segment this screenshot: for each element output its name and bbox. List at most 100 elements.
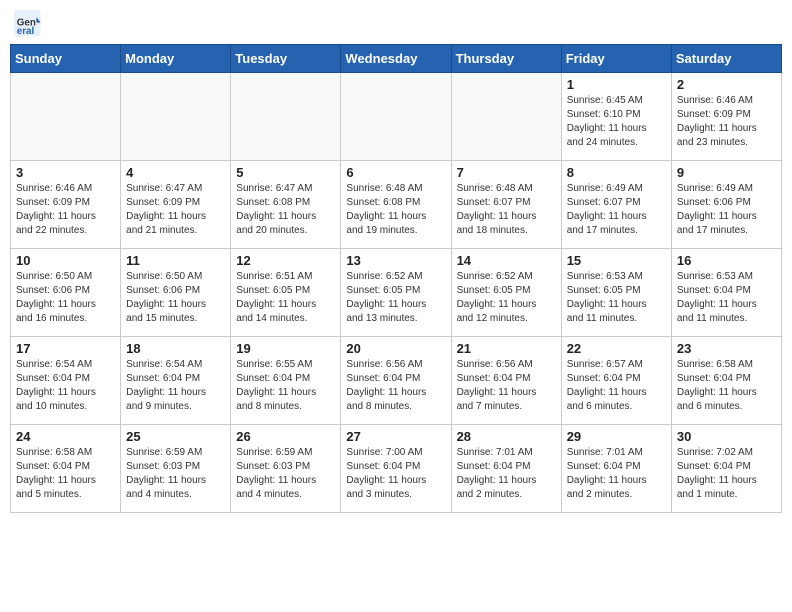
day-info: Sunrise: 6:47 AM Sunset: 6:08 PM Dayligh… xyxy=(236,182,335,238)
day-number: 23 xyxy=(677,341,776,356)
day-number: 4 xyxy=(126,165,225,180)
day-number: 20 xyxy=(346,341,445,356)
calendar-day-cell-11: 11Sunrise: 6:50 AM Sunset: 6:06 PM Dayli… xyxy=(121,249,231,337)
day-number: 10 xyxy=(16,253,115,268)
calendar-empty-cell xyxy=(451,73,561,161)
calendar-day-cell-30: 30 Sunrise: 7:02 AM Sunset: 6:04 PM Dayli… xyxy=(671,425,781,513)
day-number: 24 xyxy=(16,429,115,444)
day-info: Sunrise: 6:52 AM Sunset: 6:05 PM Dayligh… xyxy=(457,270,556,326)
calendar-week-row-2: 10 Sunrise: 6:50 AM Sunset: 6:06 PM Dayli… xyxy=(11,249,782,337)
calendar-day-cell-28: 28Sunrise: 7:01 AM Sunset: 6:04 PM Dayli… xyxy=(451,425,561,513)
calendar-day-cell-22: 22 Sunrise: 6:57 AM Sunset: 6:04 PM Dayli… xyxy=(561,337,671,425)
day-info: Sunrise: 6:47 AM Sunset: 6:09 PM Dayligh… xyxy=(126,182,225,238)
calendar-day-cell-4: 4 Sunrise: 6:47 AM Sunset: 6:09 PM Daylig… xyxy=(121,161,231,249)
day-info: Sunrise: 6:54 AM Sunset: 6:04 PM Dayligh… xyxy=(126,358,225,414)
page-header: Gen eral xyxy=(10,10,782,38)
day-info: Sunrise: 7:01 AM Sunset: 6:04 PM Dayligh… xyxy=(567,446,666,502)
calendar-week-row-4: 24 Sunrise: 6:58 AM Sunset: 6:04 PM Dayli… xyxy=(11,425,782,513)
calendar-day-cell-21: 21 Sunrise: 6:56 AM Sunset: 6:04 PM Dayli… xyxy=(451,337,561,425)
calendar-empty-cell xyxy=(341,73,451,161)
day-info: Sunrise: 7:02 AM Sunset: 6:04 PM Dayligh… xyxy=(677,446,776,502)
day-info: Sunrise: 6:51 AM Sunset: 6:05 PM Dayligh… xyxy=(236,270,335,326)
day-number: 17 xyxy=(16,341,115,356)
calendar-day-cell-29: 29 Sunrise: 7:01 AM Sunset: 6:04 PM Dayli… xyxy=(561,425,671,513)
calendar-day-cell-19: 19 Sunrise: 6:55 AM Sunset: 6:04 PM Dayli… xyxy=(231,337,341,425)
calendar-day-cell-8: 8 Sunrise: 6:49 AM Sunset: 6:07 PM Daylig… xyxy=(561,161,671,249)
calendar-day-cell-7: 7Sunrise: 6:48 AM Sunset: 6:07 PM Daylig… xyxy=(451,161,561,249)
day-number: 26 xyxy=(236,429,335,444)
calendar-day-cell-13: 13 Sunrise: 6:52 AM Sunset: 6:05 PM Dayli… xyxy=(341,249,451,337)
day-info: Sunrise: 6:46 AM Sunset: 6:09 PM Dayligh… xyxy=(16,182,115,238)
calendar-day-cell-3: 3 Sunrise: 6:46 AM Sunset: 6:09 PM Daylig… xyxy=(11,161,121,249)
weekday-header-thursday: Thursday xyxy=(451,45,561,73)
day-number: 15 xyxy=(567,253,666,268)
day-number: 29 xyxy=(567,429,666,444)
day-info: Sunrise: 6:50 AM Sunset: 6:06 PM Dayligh… xyxy=(16,270,115,326)
calendar-day-cell-16: 16 Sunrise: 6:53 AM Sunset: 6:04 PM Dayli… xyxy=(671,249,781,337)
day-info: Sunrise: 7:00 AM Sunset: 6:04 PM Dayligh… xyxy=(346,446,445,502)
day-info: Sunrise: 6:59 AM Sunset: 6:03 PM Dayligh… xyxy=(126,446,225,502)
day-info: Sunrise: 6:56 AM Sunset: 6:04 PM Dayligh… xyxy=(457,358,556,414)
day-info: Sunrise: 6:57 AM Sunset: 6:04 PM Dayligh… xyxy=(567,358,666,414)
day-info: Sunrise: 6:59 AM Sunset: 6:03 PM Dayligh… xyxy=(236,446,335,502)
calendar-header-row: SundayMondayTuesdayWednesdayThursdayFrid… xyxy=(11,45,782,73)
day-number: 2 xyxy=(677,77,776,92)
calendar-day-cell-23: 23 Sunrise: 6:58 AM Sunset: 6:04 PM Dayli… xyxy=(671,337,781,425)
day-number: 28 xyxy=(457,429,556,444)
calendar-day-cell-18: 18 Sunrise: 6:54 AM Sunset: 6:04 PM Dayli… xyxy=(121,337,231,425)
day-number: 8 xyxy=(567,165,666,180)
day-number: 30 xyxy=(677,429,776,444)
day-number: 27 xyxy=(346,429,445,444)
calendar-day-cell-26: 26 Sunrise: 6:59 AM Sunset: 6:03 PM Dayli… xyxy=(231,425,341,513)
day-info: Sunrise: 6:54 AM Sunset: 6:04 PM Dayligh… xyxy=(16,358,115,414)
day-number: 1 xyxy=(567,77,666,92)
calendar-empty-cell xyxy=(11,73,121,161)
day-number: 7 xyxy=(457,165,556,180)
day-info: Sunrise: 6:49 AM Sunset: 6:06 PM Dayligh… xyxy=(677,182,776,238)
calendar-week-row-3: 17 Sunrise: 6:54 AM Sunset: 6:04 PM Dayli… xyxy=(11,337,782,425)
weekday-header-tuesday: Tuesday xyxy=(231,45,341,73)
day-info: Sunrise: 6:49 AM Sunset: 6:07 PM Dayligh… xyxy=(567,182,666,238)
day-number: 11 xyxy=(126,253,225,268)
calendar-day-cell-10: 10 Sunrise: 6:50 AM Sunset: 6:06 PM Dayli… xyxy=(11,249,121,337)
day-number: 25 xyxy=(126,429,225,444)
day-info: Sunrise: 6:45 AM Sunset: 6:10 PM Dayligh… xyxy=(567,94,666,150)
day-info: Sunrise: 6:58 AM Sunset: 6:04 PM Dayligh… xyxy=(677,358,776,414)
calendar-day-cell-15: 15 Sunrise: 6:53 AM Sunset: 6:05 PM Dayli… xyxy=(561,249,671,337)
calendar-day-cell-1: 1 Sunrise: 6:45 AM Sunset: 6:10 PM Daylig… xyxy=(561,73,671,161)
day-number: 14 xyxy=(457,253,556,268)
day-number: 12 xyxy=(236,253,335,268)
calendar-day-cell-9: 9 Sunrise: 6:49 AM Sunset: 6:06 PM Daylig… xyxy=(671,161,781,249)
logo: Gen eral xyxy=(14,10,46,38)
calendar-day-cell-2: 2Sunrise: 6:46 AM Sunset: 6:09 PM Daylig… xyxy=(671,73,781,161)
day-info: Sunrise: 6:52 AM Sunset: 6:05 PM Dayligh… xyxy=(346,270,445,326)
day-number: 5 xyxy=(236,165,335,180)
day-info: Sunrise: 6:58 AM Sunset: 6:04 PM Dayligh… xyxy=(16,446,115,502)
calendar-day-cell-14: 14 Sunrise: 6:52 AM Sunset: 6:05 PM Dayli… xyxy=(451,249,561,337)
calendar-day-cell-17: 17 Sunrise: 6:54 AM Sunset: 6:04 PM Dayli… xyxy=(11,337,121,425)
calendar-week-row-0: 1 Sunrise: 6:45 AM Sunset: 6:10 PM Daylig… xyxy=(11,73,782,161)
day-number: 13 xyxy=(346,253,445,268)
calendar-table: SundayMondayTuesdayWednesdayThursdayFrid… xyxy=(10,44,782,513)
day-info: Sunrise: 6:53 AM Sunset: 6:05 PM Dayligh… xyxy=(567,270,666,326)
day-number: 22 xyxy=(567,341,666,356)
day-info: Sunrise: 6:55 AM Sunset: 6:04 PM Dayligh… xyxy=(236,358,335,414)
day-info: Sunrise: 6:53 AM Sunset: 6:04 PM Dayligh… xyxy=(677,270,776,326)
calendar-day-cell-12: 12 Sunrise: 6:51 AM Sunset: 6:05 PM Dayli… xyxy=(231,249,341,337)
calendar-week-row-1: 3 Sunrise: 6:46 AM Sunset: 6:09 PM Daylig… xyxy=(11,161,782,249)
day-number: 18 xyxy=(126,341,225,356)
weekday-header-friday: Friday xyxy=(561,45,671,73)
day-number: 21 xyxy=(457,341,556,356)
weekday-header-monday: Monday xyxy=(121,45,231,73)
calendar-day-cell-6: 6Sunrise: 6:48 AM Sunset: 6:08 PM Daylig… xyxy=(341,161,451,249)
svg-text:eral: eral xyxy=(17,26,35,37)
day-info: Sunrise: 6:56 AM Sunset: 6:04 PM Dayligh… xyxy=(346,358,445,414)
day-number: 3 xyxy=(16,165,115,180)
weekday-header-sunday: Sunday xyxy=(11,45,121,73)
calendar-day-cell-5: 5 Sunrise: 6:47 AM Sunset: 6:08 PM Daylig… xyxy=(231,161,341,249)
day-number: 16 xyxy=(677,253,776,268)
day-number: 19 xyxy=(236,341,335,356)
calendar-day-cell-20: 20 Sunrise: 6:56 AM Sunset: 6:04 PM Dayli… xyxy=(341,337,451,425)
day-number: 9 xyxy=(677,165,776,180)
calendar-day-cell-27: 27 Sunrise: 7:00 AM Sunset: 6:04 PM Dayli… xyxy=(341,425,451,513)
